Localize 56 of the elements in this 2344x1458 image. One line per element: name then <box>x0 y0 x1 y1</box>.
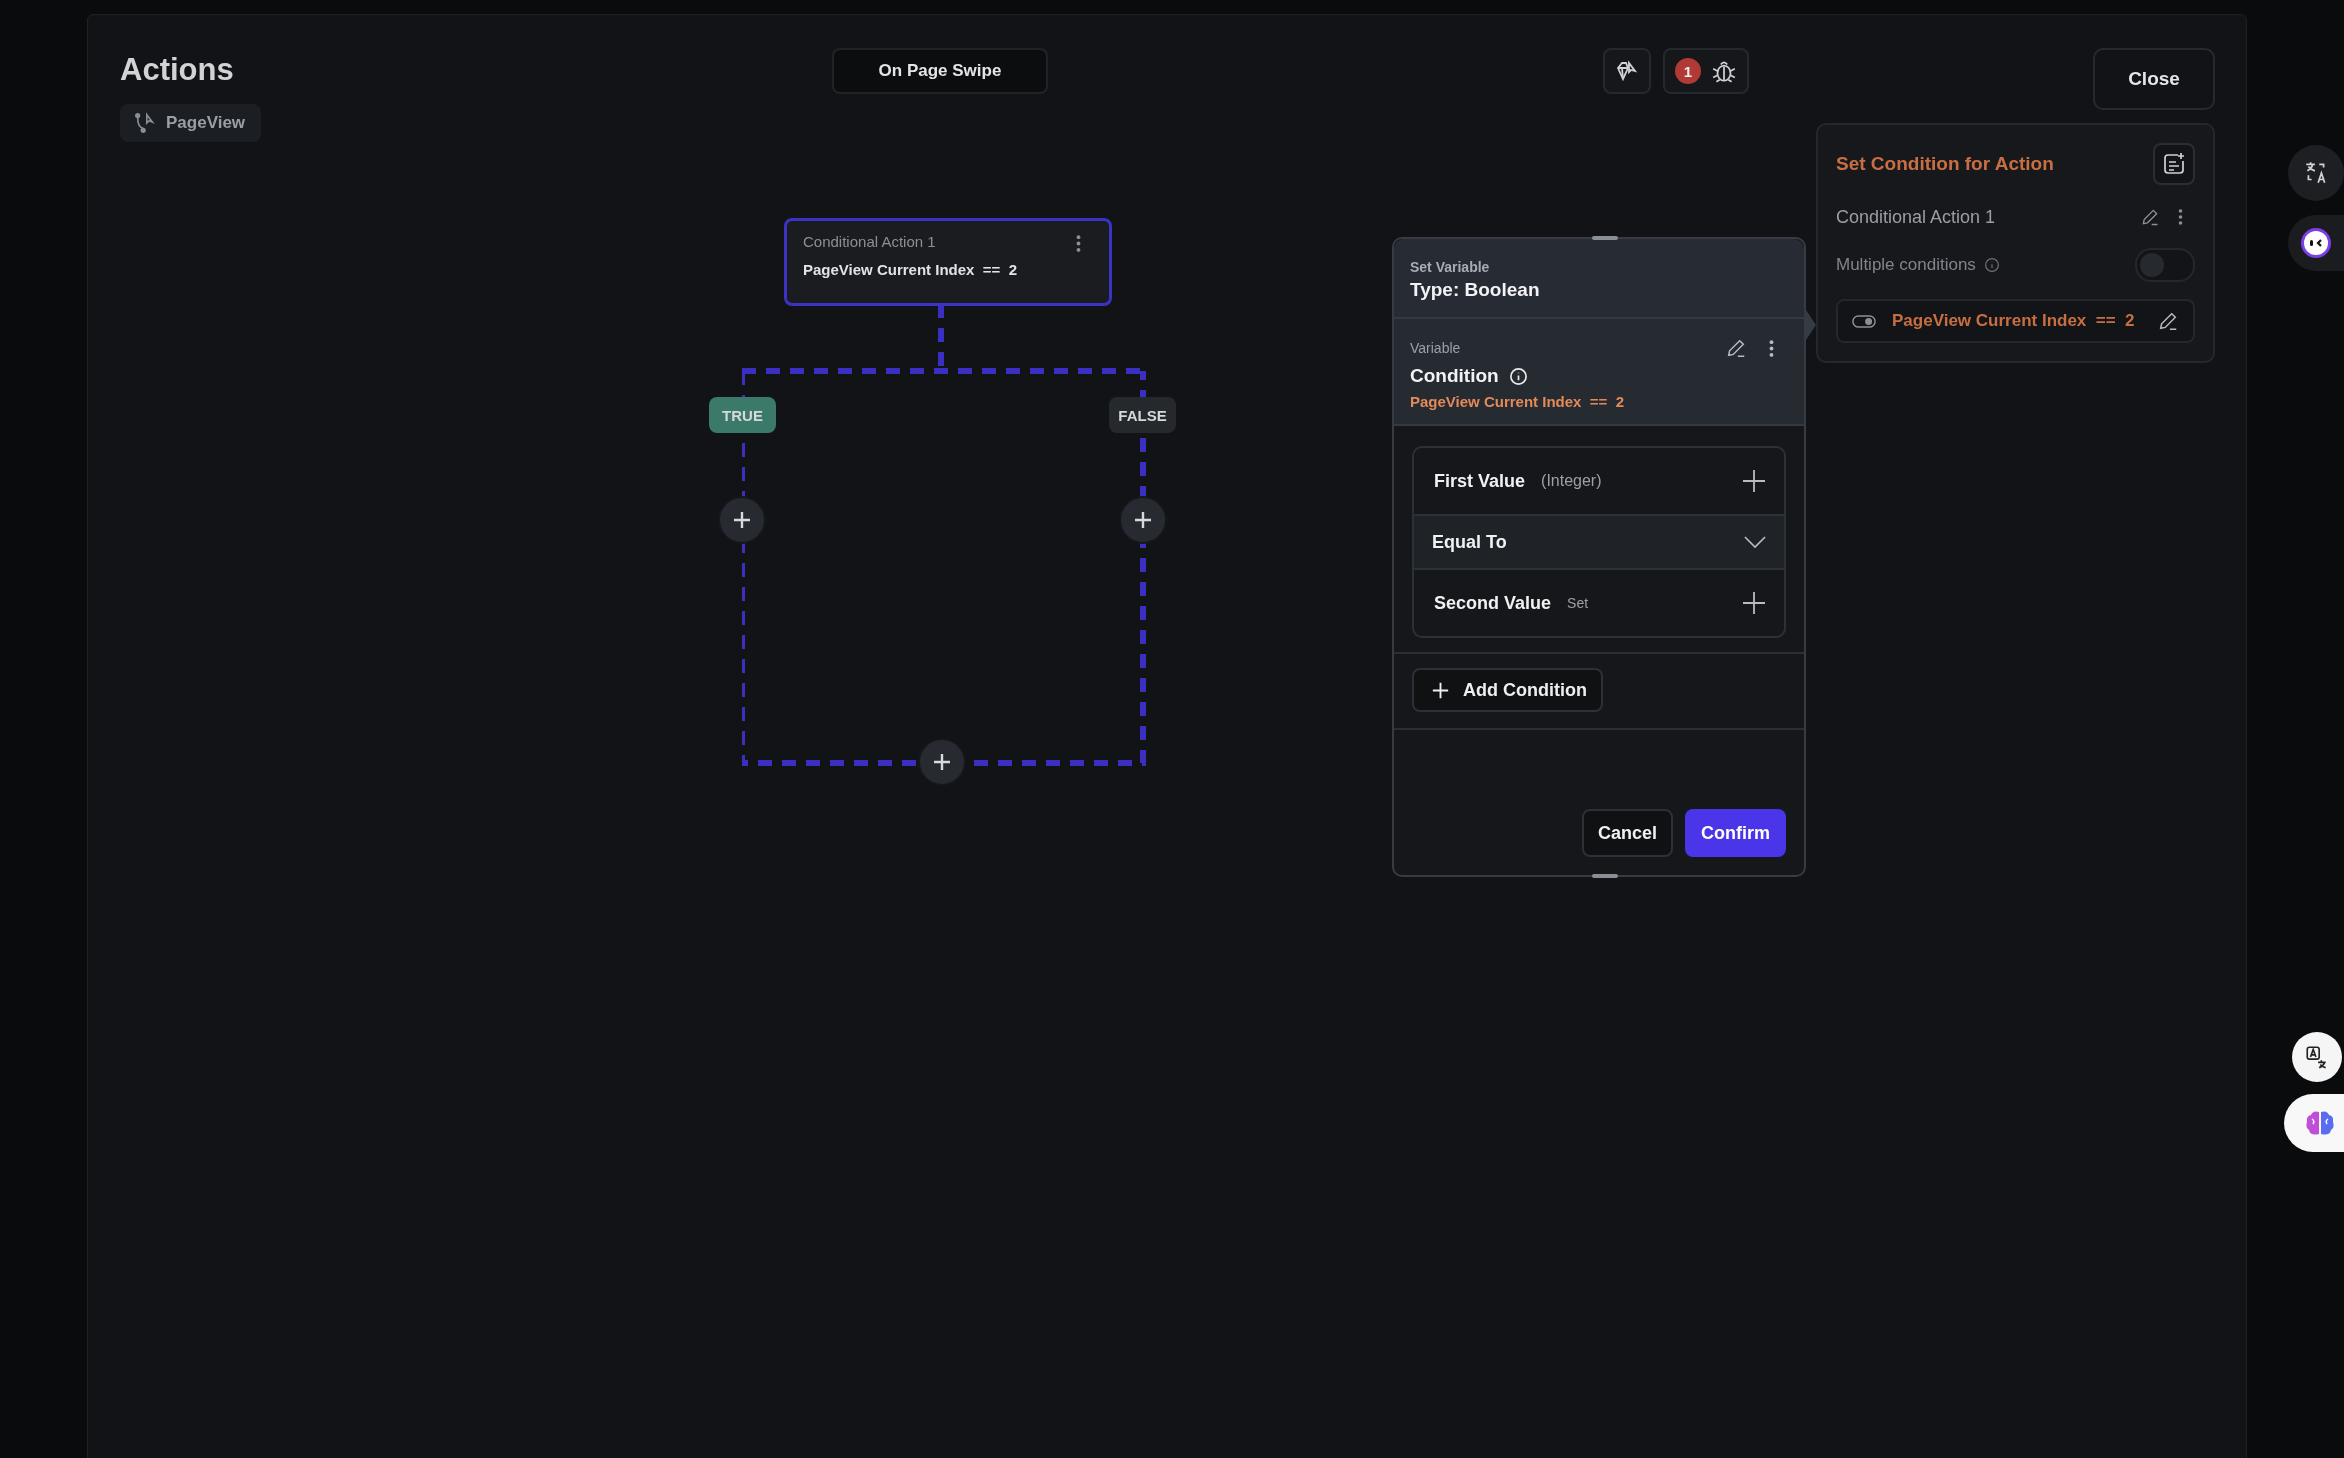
node-condition: PageView Current Index == 2 <box>803 261 1018 278</box>
branch-label: FALSE <box>1109 397 1176 433</box>
toggle-icon <box>1852 314 1876 328</box>
operator-dropdown[interactable]: Equal To <box>1414 514 1784 570</box>
multiple-conditions-label: Multiple conditions <box>1836 255 1976 275</box>
condition-text: PageView Current Index == 2 <box>1892 311 2135 331</box>
action-name: Conditional Action 1 <box>1836 206 1996 228</box>
more-icon[interactable] <box>1769 339 1774 357</box>
note-plus-icon <box>2162 152 2186 176</box>
widget-chip[interactable]: PageView <box>120 104 262 142</box>
condition-expression: PageView Current Index == 2 <box>1410 393 1625 410</box>
first-value-hint: (Integer) <box>1541 472 1602 490</box>
second-value-row[interactable]: Second Value Set <box>1414 570 1784 636</box>
error-count-badge: 1 <box>1675 58 1701 84</box>
close-button[interactable]: Close <box>2093 48 2215 110</box>
panel-title: Set Condition for Action <box>1836 153 2054 175</box>
diamond-cursor-icon <box>1615 59 1639 83</box>
conditional-action-node[interactable]: Conditional Action 1 PageView Current Index == 2 <box>784 218 1112 306</box>
pencil-icon[interactable] <box>2140 207 2160 227</box>
trigger-button[interactable]: On Page Swipe <box>832 48 1048 94</box>
add-note-button[interactable] <box>2153 143 2195 185</box>
add-condition-button[interactable]: Add Condition <box>1412 668 1603 712</box>
brain-icon <box>2304 1109 2336 1137</box>
dialog-type: Type: Boolean <box>1410 279 1541 301</box>
chevron-down-icon <box>1744 535 1766 549</box>
robot-face-icon <box>2300 227 2332 259</box>
cancel-button[interactable]: Cancel <box>1581 809 1673 857</box>
plus-icon[interactable] <box>1742 469 1766 493</box>
page-title: Actions <box>120 52 235 88</box>
variable-name: Condition <box>1410 365 1499 387</box>
more-icon[interactable] <box>1076 235 1081 252</box>
confirm-button[interactable]: Confirm <box>1685 809 1786 857</box>
branch-cursor-icon <box>134 112 156 134</box>
plus-icon <box>1133 510 1153 530</box>
plus-icon <box>1432 681 1449 699</box>
condition-row[interactable]: PageView Current Index == 2 <box>1836 299 2195 343</box>
translate-button[interactable] <box>2288 145 2344 201</box>
dialog-eyebrow: Set Variable <box>1410 259 1491 275</box>
brain-button[interactable] <box>2284 1094 2344 1152</box>
plus-icon[interactable] <box>1742 591 1766 615</box>
first-value-row[interactable]: First Value (Integer) <box>1414 448 1784 514</box>
assistant-button[interactable] <box>2288 215 2344 271</box>
branch-label: TRUE <box>709 397 776 433</box>
plus-icon <box>932 752 952 772</box>
first-value-label: First Value <box>1434 470 1526 492</box>
variable-label: Variable <box>1410 340 1461 356</box>
second-value-hint: Set <box>1567 595 1589 611</box>
node-title: Conditional Action 1 <box>803 233 936 250</box>
debug-button[interactable]: 1 <box>1663 48 1749 94</box>
plus-icon <box>732 510 752 530</box>
translate-button[interactable] <box>2292 1032 2342 1082</box>
second-value-label: Second Value <box>1434 592 1552 614</box>
more-icon[interactable] <box>2178 209 2183 225</box>
magic-cursor-button[interactable] <box>1603 48 1651 94</box>
pencil-icon[interactable] <box>1725 337 1747 359</box>
pencil-icon[interactable] <box>2157 310 2179 332</box>
